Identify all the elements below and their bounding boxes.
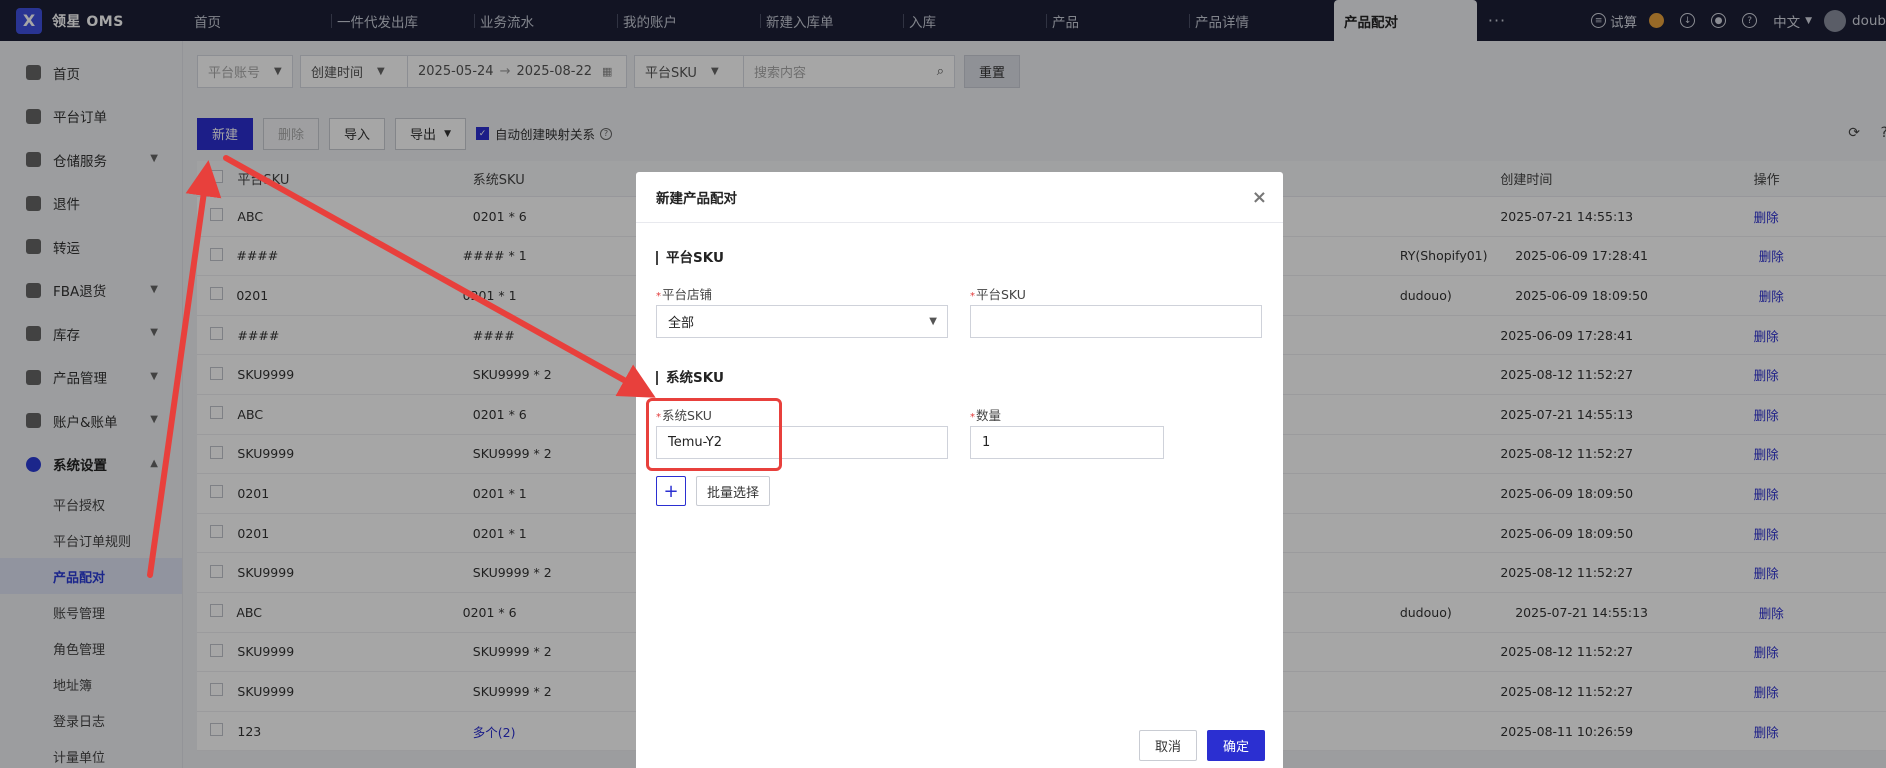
store-select[interactable]: 全部 ▼ [656,305,948,338]
required-mark: * [656,291,661,302]
annotation-highlight-box [646,398,782,471]
store-label: *平台店铺 [656,284,712,303]
system-sku-section-title: 系统SKU [656,371,724,385]
modal-header: 新建产品配对 × [636,172,1283,223]
add-row-button[interactable]: + [656,476,686,506]
modal-title: 新建产品配对 [656,191,737,207]
platform-sku-label-text: 平台SKU [976,287,1026,302]
batch-select-button[interactable]: 批量选择 [696,476,771,506]
cancel-button[interactable]: 取消 [1139,730,1198,761]
platform-sku-label: *平台SKU [970,284,1026,303]
platform-sku-input[interactable] [970,305,1262,338]
confirm-button[interactable]: 确定 [1207,730,1266,761]
required-mark: * [970,291,975,302]
quantity-input[interactable]: 1 [970,426,1164,459]
close-icon[interactable]: × [1252,187,1267,208]
quantity-label: *数量 [970,405,1001,424]
quantity-label-text: 数量 [976,408,1002,423]
chevron-down-icon: ▼ [929,316,937,327]
store-value: 全部 [668,316,695,331]
platform-sku-section-title: 平台SKU [656,251,724,265]
store-label-text: 平台店铺 [662,287,713,302]
required-mark: * [970,412,975,423]
